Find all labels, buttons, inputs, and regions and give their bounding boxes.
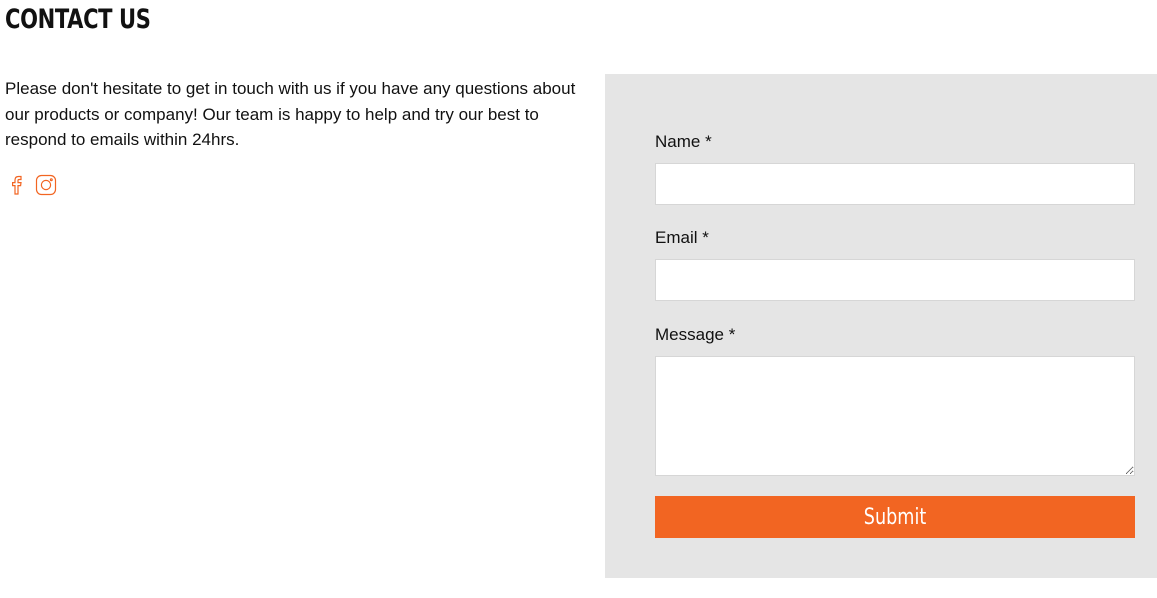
message-label: Message *: [655, 325, 736, 344]
name-input[interactable]: [655, 163, 1135, 205]
email-label: Email *: [655, 228, 709, 247]
instagram-icon: [35, 174, 57, 196]
submit-button-label: Submit: [863, 504, 927, 530]
submit-button[interactable]: Submit: [655, 496, 1135, 538]
name-label: Name *: [655, 132, 712, 151]
contact-form: Name * Email * Message * Submit: [605, 74, 1157, 578]
email-input[interactable]: [655, 259, 1135, 301]
intro-text: Please don't hesitate to get in touch wi…: [5, 79, 576, 149]
facebook-link[interactable]: [5, 173, 27, 197]
page-title: CONTACT US: [5, 4, 151, 35]
social-links: [5, 173, 57, 197]
instagram-link[interactable]: [35, 173, 57, 197]
facebook-icon: [12, 175, 22, 195]
message-textarea[interactable]: [655, 356, 1135, 476]
